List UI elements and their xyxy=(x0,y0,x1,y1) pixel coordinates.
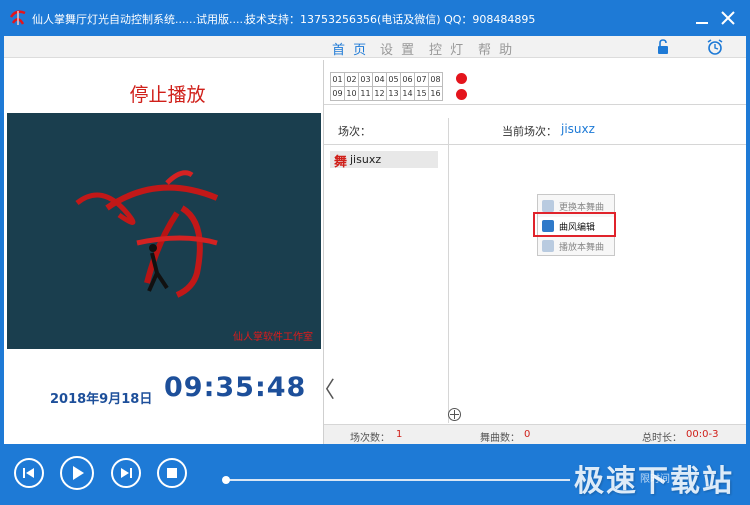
stop-button[interactable] xyxy=(157,458,187,488)
dance-icon: 舞 xyxy=(334,155,348,170)
channel-cell[interactable]: 01 xyxy=(330,72,345,87)
channel-cell[interactable]: 13 xyxy=(386,86,401,101)
current-date: 2018年9月18日 xyxy=(50,392,153,407)
channel-cell[interactable]: 09 xyxy=(330,86,345,101)
close-button[interactable] xyxy=(716,6,740,30)
scene-count: 1 xyxy=(396,429,403,440)
menu-home[interactable]: 首 页 xyxy=(332,39,368,58)
site-watermark: 极速下载站 xyxy=(574,464,734,499)
scene-list-item[interactable]: 舞 jisuxz xyxy=(330,151,438,170)
channel-cell[interactable]: 08 xyxy=(428,72,443,87)
skip-previous-icon xyxy=(23,468,34,478)
channel-cell[interactable]: 02 xyxy=(344,72,359,87)
scene-item-label: jisuxz xyxy=(350,153,382,166)
status-bar: 场次数： 1 舞曲数： 0 总时长： 00:0-3 xyxy=(324,424,747,444)
add-scene-button[interactable] xyxy=(448,408,461,421)
channel-cell[interactable]: 05 xyxy=(386,72,401,87)
previous-button[interactable] xyxy=(14,458,44,488)
menu-help[interactable]: 帮 助 xyxy=(478,39,514,58)
channel-cell[interactable]: 03 xyxy=(358,72,373,87)
channel-cell[interactable]: 15 xyxy=(414,86,429,101)
indicator-light xyxy=(456,73,467,84)
progress-knob[interactable] xyxy=(222,476,230,484)
menu-bar: 首 页 设 置 控 灯 帮 助 xyxy=(0,36,750,58)
channel-cell[interactable]: 07 xyxy=(414,72,429,87)
current-scene-value: jisuxz xyxy=(561,122,595,136)
channel-cell[interactable]: 12 xyxy=(372,86,387,101)
duration-label: 总时长： xyxy=(642,433,682,444)
channel-cell[interactable]: 04 xyxy=(372,72,387,87)
divider xyxy=(324,144,747,145)
app-logo-icon xyxy=(9,10,26,25)
play-icon xyxy=(73,466,84,480)
indicator-light xyxy=(456,89,467,100)
context-item-label: 播放本舞曲 xyxy=(559,243,605,253)
selection-highlight xyxy=(533,212,616,237)
channel-grid: 01 02 03 04 05 06 07 08 09 10 11 12 13 1… xyxy=(330,72,443,101)
app-title: 仙人掌舞厅灯光自动控制系统......试用版...... xyxy=(32,13,250,26)
right-panel xyxy=(323,60,746,444)
channel-cell[interactable]: 11 xyxy=(358,86,373,101)
lock-icon[interactable] xyxy=(654,38,672,56)
minimize-icon xyxy=(696,22,708,24)
context-item-play-song[interactable]: 播放本舞曲 xyxy=(538,237,616,255)
minimize-button[interactable] xyxy=(690,6,714,30)
menu-light-control[interactable]: 控 灯 xyxy=(429,39,465,58)
stop-icon xyxy=(167,468,177,478)
play-song-icon xyxy=(542,240,554,252)
channel-cell[interactable]: 16 xyxy=(428,86,443,101)
close-icon xyxy=(721,11,735,25)
title-bar: 仙人掌舞厅灯光自动控制系统......试用版...... 技术支持：137532… xyxy=(0,0,750,36)
menu-settings[interactable]: 设 置 xyxy=(380,39,416,58)
alarm-clock-icon[interactable] xyxy=(706,38,724,56)
replace-song-icon xyxy=(542,200,554,212)
dance-logo-image xyxy=(75,170,219,298)
support-info: 技术支持：13753256356(电话及微信) QQ：908484895 xyxy=(245,13,536,26)
total-duration: 00:0-3 xyxy=(686,429,719,440)
studio-watermark: 仙人掌软件工作室 xyxy=(233,332,313,343)
progress-track[interactable] xyxy=(226,479,570,481)
video-preview: 仙人掌软件工作室 xyxy=(7,113,321,349)
divider xyxy=(448,118,449,423)
play-button[interactable] xyxy=(60,456,94,490)
current-clock: 09:35:48 xyxy=(164,372,307,403)
song-count-label: 舞曲数： xyxy=(480,433,520,444)
channel-cell[interactable]: 14 xyxy=(400,86,415,101)
scene-count-label: 场次数： xyxy=(350,433,390,444)
playback-status: 停止播放 xyxy=(129,84,206,106)
channel-cell[interactable]: 06 xyxy=(400,72,415,87)
next-button[interactable] xyxy=(111,458,141,488)
song-count: 0 xyxy=(524,429,531,440)
skip-next-icon xyxy=(121,468,132,478)
divider xyxy=(324,104,747,105)
scene-label: 场次： xyxy=(338,125,371,138)
current-scene-label: 当前场次： xyxy=(502,125,557,138)
channel-cell[interactable]: 10 xyxy=(344,86,359,101)
